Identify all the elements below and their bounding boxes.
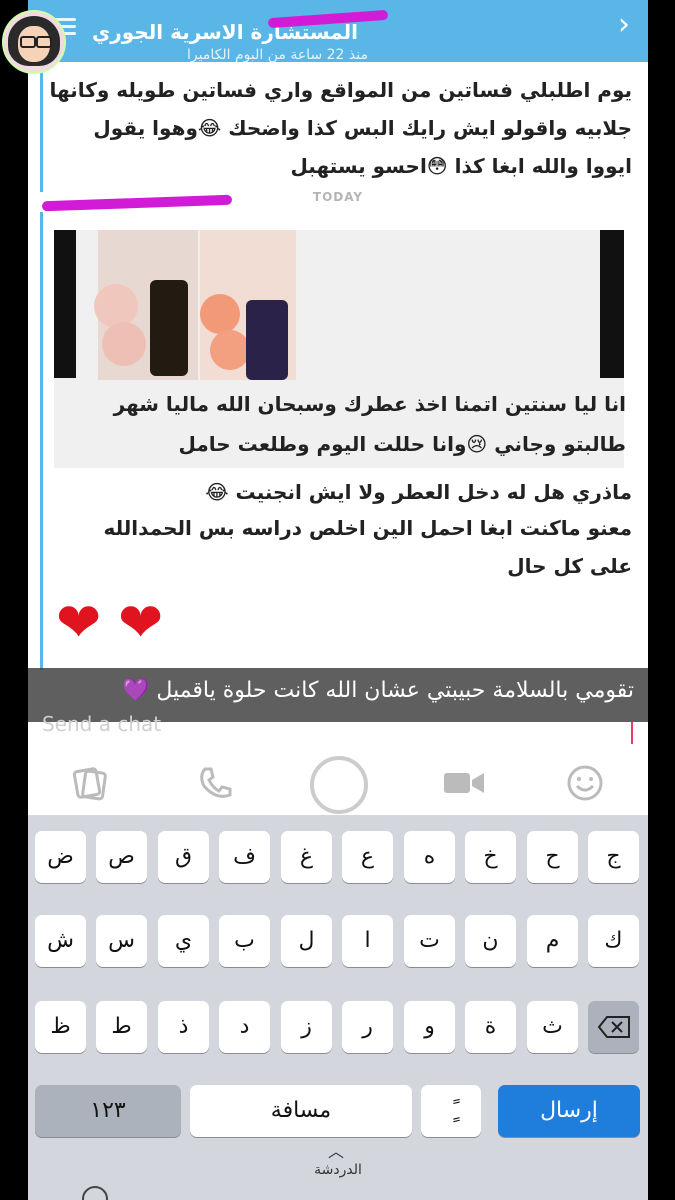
send-key[interactable]: إرسال	[498, 1085, 640, 1137]
key[interactable]: ت	[404, 915, 455, 967]
message-line: جلابيه واقولو ايش رايك البس كذا واضحك 😂و…	[93, 116, 632, 140]
key[interactable]: ا	[342, 915, 393, 967]
key[interactable]: س	[96, 915, 147, 967]
key[interactable]: ة	[465, 1001, 516, 1053]
key[interactable]: ظ	[35, 1001, 86, 1053]
chat-subtitle: منذ 22 ساعة من البوم الكاميرا	[187, 47, 368, 63]
chat-header: المستشارة الاسرية الجوري منذ 22 ساعة من …	[28, 0, 648, 63]
sticker-icon[interactable]	[70, 764, 110, 813]
snap-caption-line: انا ليا سنتين اتمنا اخذ عطرك وسبحان الله…	[113, 392, 626, 416]
key[interactable]: ه	[404, 831, 455, 883]
chevron-up-icon[interactable]: ︿	[328, 1138, 344, 1162]
message-line: يوم اطلبلي فساتين من المواقع واري فساتين…	[49, 78, 633, 102]
perfume-photo-1[interactable]	[94, 230, 198, 380]
key[interactable]: ف	[219, 831, 270, 883]
numbers-key[interactable]: ١٢٣	[35, 1085, 181, 1137]
chat-tab-label[interactable]: الدردشة	[28, 1162, 648, 1178]
key[interactable]: ذ	[158, 1001, 209, 1053]
heart-emoji: ❤	[118, 591, 164, 654]
diacritics-key[interactable]: ًٍ	[421, 1085, 481, 1137]
key[interactable]: غ	[281, 831, 332, 883]
chat-action-row	[28, 752, 648, 820]
message-line: ماذري هل له دخل العطر ولا ايش انجنيت 😂	[205, 480, 632, 504]
phone-icon[interactable]	[196, 764, 234, 811]
perfume-photo-2[interactable]	[200, 230, 296, 380]
key[interactable]: ع	[342, 831, 393, 883]
message-line: ايووا والله ابغا كذا 😳احسو يستهبل	[290, 154, 632, 178]
message-sender-bar	[40, 62, 43, 192]
key[interactable]: ي	[158, 915, 209, 967]
message-line: معنو ماكنت ابغا احمل الين اخلص دراسه بس …	[103, 516, 633, 540]
key[interactable]: ث	[527, 1001, 578, 1053]
backspace-icon[interactable]	[588, 1001, 639, 1053]
key[interactable]: ب	[219, 915, 270, 967]
key[interactable]: ض	[35, 831, 86, 883]
key[interactable]: ن	[465, 915, 516, 967]
snap-border	[54, 230, 76, 378]
key[interactable]: م	[527, 915, 578, 967]
message-sender-bar	[40, 212, 43, 670]
key[interactable]: ش	[35, 915, 86, 967]
story-caption: تقومي بالسلامة حبيبتي عشان الله كانت حلو…	[122, 678, 634, 703]
key[interactable]: د	[219, 1001, 270, 1053]
key[interactable]: ص	[96, 831, 147, 883]
key[interactable]: ط	[96, 1001, 147, 1053]
avatar[interactable]	[2, 10, 66, 74]
key[interactable]: و	[404, 1001, 455, 1053]
key[interactable]: ل	[281, 915, 332, 967]
key[interactable]: خ	[465, 831, 516, 883]
capture-button[interactable]	[310, 756, 368, 814]
key[interactable]: ر	[342, 1001, 393, 1053]
snap-border	[600, 230, 624, 378]
text-cursor	[631, 722, 633, 744]
key[interactable]: ق	[158, 831, 209, 883]
chevron-right-icon[interactable]: ›	[618, 10, 630, 40]
key[interactable]: ز	[281, 1001, 332, 1053]
key[interactable]: ح	[527, 831, 578, 883]
chat-input[interactable]: Send a chat	[42, 712, 161, 736]
emoji-icon[interactable]	[566, 764, 604, 811]
heart-emoji: ❤	[56, 591, 102, 654]
snap-caption-line: طالبتو وجاني 😢وانا حللت اليوم وطلعت حامل	[178, 432, 626, 456]
video-icon[interactable]	[442, 764, 486, 811]
message-line: على كل حال	[507, 554, 632, 578]
snapchat-chat-screen: المستشارة الاسرية الجوري منذ 22 ساعة من …	[28, 0, 648, 1200]
space-key[interactable]: مسافة	[190, 1085, 412, 1137]
key[interactable]: ج	[588, 831, 639, 883]
key[interactable]: ك	[588, 915, 639, 967]
